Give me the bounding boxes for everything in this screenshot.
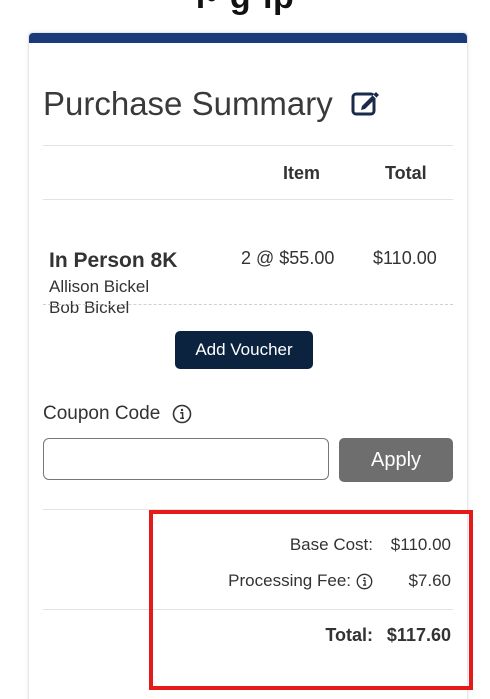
page: ı•·g·ıp Purchase Summary Item Total In P… bbox=[0, 0, 490, 699]
divider bbox=[43, 199, 453, 200]
base-cost-value: $110.00 bbox=[390, 535, 451, 554]
attendee-name: Bob Bickel bbox=[49, 298, 130, 317]
divider bbox=[43, 609, 453, 610]
coupon-code-label: Coupon Code bbox=[43, 403, 192, 425]
page-header-fragment: ı•·g·ıp bbox=[0, 0, 490, 17]
coupon-code-label-text: Coupon Code bbox=[43, 403, 161, 424]
column-header-item: Item bbox=[283, 163, 321, 183]
line-item-quantity-price: 2 @ $55.00 bbox=[241, 248, 335, 268]
column-header-total: Total bbox=[385, 163, 427, 183]
base-cost-row: Base Cost: $110.00 bbox=[290, 535, 451, 555]
total-row: Total: $117.60 bbox=[325, 625, 451, 646]
total-label: Total: bbox=[325, 625, 373, 645]
dashed-divider bbox=[43, 304, 453, 305]
card-accent-bar bbox=[29, 33, 467, 43]
total-value: $117.60 bbox=[386, 625, 451, 645]
edit-icon[interactable] bbox=[351, 89, 381, 117]
processing-fee-label: Processing Fee: bbox=[228, 571, 373, 591]
page-title: Purchase Summary bbox=[43, 84, 333, 122]
divider bbox=[43, 509, 453, 510]
info-icon[interactable] bbox=[356, 573, 373, 590]
apply-coupon-button[interactable]: Apply bbox=[339, 438, 453, 482]
processing-fee-row: Processing Fee: $7.60 bbox=[228, 571, 451, 591]
coupon-code-input[interactable] bbox=[43, 438, 329, 480]
info-icon[interactable] bbox=[172, 404, 192, 424]
attendee-name: Allison Bickel bbox=[49, 277, 150, 296]
processing-fee-label-text: Processing Fee: bbox=[228, 571, 351, 590]
line-item-total: $110.00 bbox=[373, 248, 437, 268]
divider bbox=[43, 145, 453, 146]
base-cost-label: Base Cost: bbox=[289, 535, 373, 554]
add-voucher-button[interactable]: Add Voucher bbox=[175, 331, 313, 369]
processing-fee-value: $7.60 bbox=[408, 571, 451, 590]
title-row: Purchase Summary bbox=[43, 79, 453, 127]
purchase-summary-card: Purchase Summary Item Total In Person 8K… bbox=[28, 32, 468, 699]
line-item-name: In Person 8K bbox=[49, 249, 178, 272]
